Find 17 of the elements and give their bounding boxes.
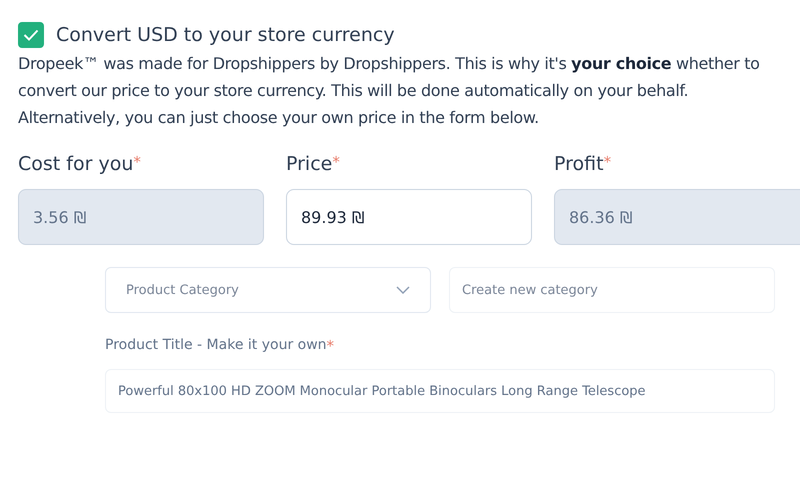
field-label: Product Title - Make it your own	[105, 337, 327, 353]
check-icon	[23, 29, 39, 41]
description-text: Dropeek™ was made for Dropshippers by Dropshippers. This is why it's your choice whether to convert our price to your store currency. This will be done automatically on your behalf. Alternatively, you can just choose your own price in the form below.	[18, 53, 761, 129]
required-mark: *	[332, 153, 340, 171]
input-field[interactable]: Create new category	[449, 267, 775, 313]
chevron-down-icon	[396, 286, 410, 294]
category-dropdown[interactable]: Product Category	[105, 267, 431, 313]
checkbox[interactable]	[18, 22, 44, 48]
required-mark: *	[326, 337, 334, 355]
required-mark: *	[604, 153, 612, 171]
field-label: Profit	[554, 153, 604, 175]
input-field[interactable]: 89.93 ₪	[286, 189, 532, 245]
field-label: Price	[286, 153, 332, 175]
required-mark: *	[133, 153, 141, 171]
checkbox-label: Convert USD to your store currency	[56, 24, 395, 46]
field-label: Cost for you	[18, 153, 134, 175]
input-field[interactable]: Powerful 80x100 HD ZOOM Monocular Portable Binoculars Long Range Telescope	[105, 369, 775, 413]
